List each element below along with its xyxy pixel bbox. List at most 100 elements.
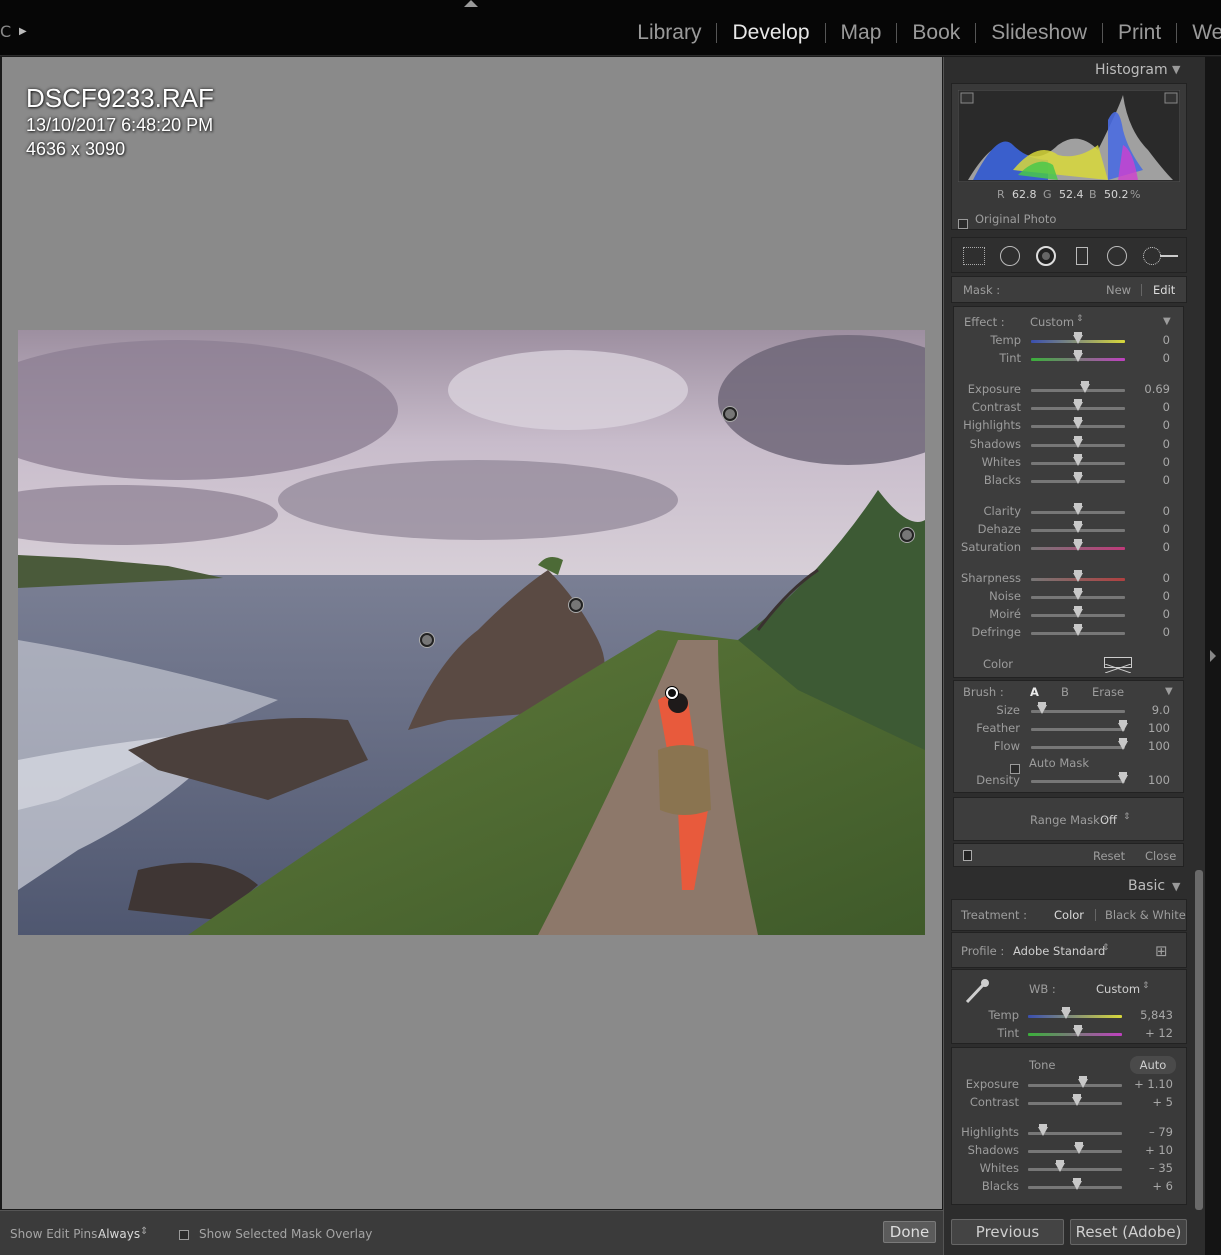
slider-value[interactable]: 0: [1134, 418, 1170, 432]
edit-pin[interactable]: [420, 633, 434, 647]
slider-value[interactable]: 0: [1134, 437, 1170, 451]
slider-thumb[interactable]: [1073, 588, 1083, 600]
slider-value[interactable]: – 79: [1128, 1125, 1173, 1139]
slider-value[interactable]: + 1.10: [1128, 1077, 1173, 1091]
panel-scrollbar[interactable]: [1195, 870, 1203, 1210]
slider-thumb[interactable]: [1077, 1076, 1088, 1088]
slider-thumb[interactable]: [1073, 624, 1083, 636]
collapse-triangle-icon[interactable]: ▼: [1172, 880, 1180, 893]
collapse-triangle-icon[interactable]: ▼: [1165, 686, 1173, 697]
original-photo-checkbox[interactable]: [958, 213, 968, 232]
slider-track[interactable]: [1031, 389, 1125, 392]
radial-filter-icon[interactable]: [1107, 246, 1127, 266]
mask-new-button[interactable]: New: [1106, 283, 1131, 297]
previous-button[interactable]: Previous: [951, 1219, 1064, 1245]
slider-value[interactable]: 0: [1134, 351, 1170, 365]
slider-track[interactable]: [1028, 1084, 1122, 1087]
slider-value[interactable]: 100: [1134, 739, 1170, 753]
color-swatch[interactable]: [1104, 657, 1132, 674]
slider-thumb[interactable]: [1118, 772, 1129, 784]
slider-thumb[interactable]: [1118, 738, 1129, 750]
show-edit-pins-select[interactable]: Always: [98, 1227, 140, 1241]
slider-thumb[interactable]: [1073, 539, 1083, 551]
module-slideshow[interactable]: Slideshow: [976, 21, 1102, 45]
slider-value[interactable]: 0: [1134, 504, 1170, 518]
slider-value[interactable]: 0: [1134, 400, 1170, 414]
slider-value[interactable]: 0: [1134, 540, 1170, 554]
updown-chevron-icon[interactable]: ⇕: [1123, 812, 1131, 822]
slider-thumb[interactable]: [1071, 1094, 1082, 1106]
slider-value[interactable]: + 6: [1128, 1179, 1173, 1193]
slider-value[interactable]: 0: [1134, 333, 1170, 347]
slider-track[interactable]: [1028, 1015, 1122, 1018]
done-button[interactable]: Done: [883, 1221, 936, 1243]
slider-thumb[interactable]: [1073, 521, 1083, 533]
brush-b-tab[interactable]: B: [1061, 685, 1069, 699]
slider-thumb[interactable]: [1073, 570, 1083, 582]
mask-edit-button[interactable]: Edit: [1153, 283, 1175, 297]
updown-chevron-icon[interactable]: ⇕: [1102, 943, 1110, 953]
left-panel-toggle-icon[interactable]: ▶: [19, 26, 27, 37]
slider-thumb[interactable]: [1072, 1025, 1083, 1037]
panel-toggle-switch[interactable]: [963, 850, 972, 861]
slider-value[interactable]: 0: [1134, 522, 1170, 536]
module-map[interactable]: Map: [826, 21, 897, 45]
module-develop[interactable]: Develop: [717, 21, 824, 45]
slider-thumb[interactable]: [1054, 1160, 1065, 1172]
slider-value[interactable]: 0: [1134, 589, 1170, 603]
right-panel-toggle-icon[interactable]: [1210, 650, 1216, 662]
slider-thumb[interactable]: [1073, 332, 1083, 344]
spot-removal-icon[interactable]: [1000, 246, 1020, 266]
slider-thumb[interactable]: [1079, 381, 1090, 393]
auto-tone-button[interactable]: Auto: [1130, 1056, 1176, 1074]
updown-chevron-icon[interactable]: ⇕: [1076, 314, 1084, 324]
slider-value[interactable]: – 35: [1128, 1161, 1173, 1175]
module-book[interactable]: Book: [897, 21, 975, 45]
slider-track[interactable]: [1031, 746, 1125, 749]
profile-select[interactable]: Adobe Standard: [1013, 944, 1105, 958]
module-web[interactable]: Web: [1177, 21, 1221, 45]
effect-reset-button[interactable]: Reset: [1093, 849, 1125, 863]
slider-thumb[interactable]: [1073, 1142, 1084, 1154]
slider-value[interactable]: 9.0: [1134, 703, 1170, 717]
slider-value[interactable]: 0: [1134, 607, 1170, 621]
photo-preview[interactable]: [18, 330, 925, 935]
slider-value[interactable]: + 12: [1128, 1026, 1173, 1040]
histogram-title[interactable]: Histogram: [1095, 62, 1168, 78]
slider-thumb[interactable]: [1038, 1124, 1049, 1136]
slider-thumb[interactable]: [1073, 606, 1083, 618]
profile-browser-grid-icon[interactable]: ⊞: [1155, 942, 1168, 960]
updown-chevron-icon[interactable]: ⇕: [140, 1226, 148, 1237]
slider-thumb[interactable]: [1073, 503, 1083, 515]
slider-value[interactable]: 5,843: [1128, 1008, 1173, 1022]
auto-mask-checkbox[interactable]: [1010, 758, 1020, 777]
slider-thumb[interactable]: [1073, 436, 1083, 448]
effect-close-button[interactable]: Close: [1145, 849, 1176, 863]
slider-value[interactable]: + 10: [1128, 1143, 1173, 1157]
collapse-triangle-icon[interactable]: ▼: [1172, 63, 1180, 76]
graduated-filter-icon[interactable]: [1076, 247, 1088, 265]
range-mask-select[interactable]: Off: [1100, 813, 1117, 827]
module-print[interactable]: Print: [1103, 21, 1176, 45]
eyedropper-icon[interactable]: [961, 975, 993, 1007]
slider-thumb[interactable]: [1118, 720, 1129, 732]
edit-pin[interactable]: [723, 407, 737, 421]
edit-pin-selected[interactable]: [666, 687, 678, 699]
image-canvas[interactable]: DSCF9233.RAF 13/10/2017 6:48:20 PM 4636 …: [2, 57, 942, 1209]
slider-value[interactable]: 0: [1134, 455, 1170, 469]
slider-thumb[interactable]: [1060, 1007, 1071, 1019]
slider-value[interactable]: 0.69: [1134, 382, 1170, 396]
slider-track[interactable]: [1028, 1168, 1122, 1171]
slider-thumb[interactable]: [1073, 350, 1083, 362]
red-eye-icon[interactable]: [1036, 246, 1056, 266]
wb-select[interactable]: Custom: [1096, 982, 1140, 996]
slider-track[interactable]: [1031, 728, 1125, 731]
slider-thumb[interactable]: [1073, 399, 1083, 411]
treatment-color-button[interactable]: Color: [1054, 908, 1084, 922]
histogram-graph[interactable]: [958, 90, 1180, 182]
edit-pin[interactable]: [569, 598, 583, 612]
slider-value[interactable]: 100: [1134, 721, 1170, 735]
slider-value[interactable]: 100: [1134, 773, 1170, 787]
reset-adobe-button[interactable]: Reset (Adobe): [1070, 1219, 1187, 1245]
slider-thumb[interactable]: [1073, 417, 1083, 429]
